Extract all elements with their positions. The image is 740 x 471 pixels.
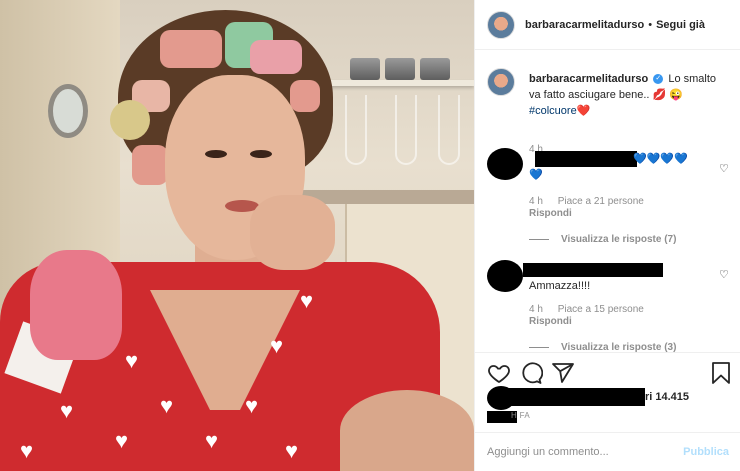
view-replies-button[interactable]: Visualizza le risposte (3) <box>529 342 676 352</box>
publish-button[interactable]: Pubblica <box>683 446 729 458</box>
comment-time[interactable]: 4 h <box>529 196 543 207</box>
post-side-panel: barbaracarmelitadurso • Segui già barbar… <box>474 0 740 471</box>
comment-meta: 4 h Piace a 21 persone <box>529 196 656 207</box>
photo-heart-pattern: ♥ <box>115 428 129 453</box>
likes-count[interactable]: ri 14.415 <box>645 391 689 403</box>
add-comment-bar: Pubblica <box>475 432 740 471</box>
following-button[interactable]: Segui già <box>656 19 705 31</box>
photo-roller <box>250 40 302 74</box>
comment-like-heart-icon[interactable]: ♡ <box>719 268 729 281</box>
redacted-avatar <box>487 148 523 180</box>
redacted-likers <box>505 388 645 406</box>
photo-heart-pattern: ♥ <box>205 428 219 453</box>
comment-text-continued: 💙 <box>529 169 543 181</box>
reply-button[interactable]: Rispondi <box>529 316 572 327</box>
photo-pot <box>420 58 450 80</box>
caption-hashtag[interactable]: #colcuore <box>529 105 577 117</box>
photo-oven-window <box>48 84 88 138</box>
photo-heart-pattern: ♥ <box>160 393 174 418</box>
redacted-username <box>535 151 637 167</box>
post-actions: ri 14.415 H FA <box>475 352 740 432</box>
photo-roller <box>290 80 320 112</box>
photo-roller <box>160 30 222 68</box>
caption-username[interactable]: barbaracarmelitadurso <box>529 73 648 85</box>
bookmark-icon[interactable] <box>709 361 733 385</box>
likes-summary[interactable]: ri 14.415 <box>487 386 737 410</box>
redacted-username <box>523 263 663 277</box>
photo-roller <box>132 145 168 185</box>
header-separator: • <box>648 18 653 31</box>
comment-likes[interactable]: Piace a 21 persone <box>558 196 644 207</box>
comments-list[interactable]: barbaracarmelitadurso ✓ Lo smalto va fat… <box>475 50 740 352</box>
caption-emoji: 💋 😜 <box>652 89 683 101</box>
verified-badge-icon: ✓ <box>653 74 664 85</box>
photo-glass <box>395 95 417 165</box>
caption-text: barbaracarmelitadurso ✓ Lo smalto va fat… <box>529 71 729 119</box>
comment-like-heart-icon[interactable]: ♡ <box>719 162 729 175</box>
header-username[interactable]: barbaracarmelitadurso <box>525 19 644 31</box>
photo-heart-pattern: ♥ <box>300 288 314 313</box>
photo-heart-pattern: ♥ <box>285 438 299 463</box>
photo-hand <box>250 195 335 270</box>
post-photo[interactable]: ♥ ♥ ♥ ♥ ♥ ♥ ♥ ♥ ♥ ♥ ♥ <box>0 0 474 471</box>
comment-input[interactable] <box>487 446 684 458</box>
photo-roller <box>110 100 150 140</box>
photo-glass <box>345 95 367 165</box>
photo-eye <box>250 150 272 158</box>
photo-eye <box>205 150 227 158</box>
share-icon[interactable] <box>551 361 575 385</box>
view-replies-button[interactable]: Visualizza le risposte (7) <box>529 234 676 245</box>
comment-text: 💙💙💙💙 <box>633 153 688 165</box>
comment-meta: 4 h Piace a 15 persone <box>529 304 656 315</box>
comment-text: Ammazza!!!! <box>529 280 591 292</box>
photo-pot <box>385 58 415 80</box>
photo-pot <box>350 58 380 80</box>
caption-avatar[interactable] <box>487 68 515 96</box>
caption-heart-emoji: ❤️ <box>576 105 591 117</box>
photo-heart-pattern: ♥ <box>245 393 259 418</box>
redacted-avatar <box>487 260 523 292</box>
avatar[interactable] <box>487 10 515 39</box>
photo-heart-pattern: ♥ <box>60 398 74 423</box>
photo-heart-pattern: ♥ <box>20 438 34 463</box>
photo-heart-pattern: ♥ <box>270 333 284 358</box>
photo-glass <box>438 95 460 165</box>
post-header: barbaracarmelitadurso • Segui già <box>475 0 740 50</box>
heart-icon[interactable] <box>487 361 511 385</box>
photo-knee <box>340 390 474 471</box>
reply-button[interactable]: Rispondi <box>529 208 572 219</box>
comment-time[interactable]: 4 h <box>529 304 543 315</box>
comment-likes[interactable]: Piace a 15 persone <box>558 304 644 315</box>
post-age[interactable]: H FA <box>511 411 530 420</box>
photo-heart-pattern: ♥ <box>125 348 139 373</box>
comment-icon[interactable] <box>519 361 543 385</box>
photo-pink-glove <box>30 250 122 360</box>
